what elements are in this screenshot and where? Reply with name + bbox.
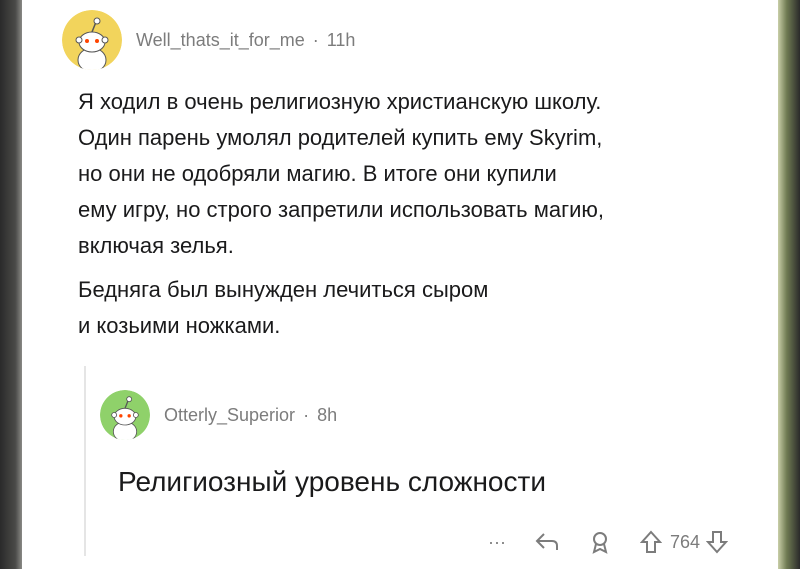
comment-line: Бедняга был вынужден лечиться сыром <box>78 277 489 302</box>
comment-line: Я ходил в очень религиозную христианскую… <box>78 89 602 114</box>
comment-thread-card: Well_thats_it_for_me · 11h Я ходил в оче… <box>22 0 778 569</box>
award-button[interactable] <box>588 530 612 554</box>
reply-header: Otterly_Superior · 8h <box>100 390 337 440</box>
snoo-avatar-icon <box>62 10 122 70</box>
vote-count: 764 <box>669 531 700 552</box>
username-link[interactable]: Well_thats_it_for_me <box>136 30 305 51</box>
thread-line[interactable] <box>84 366 86 556</box>
upvote-icon[interactable] <box>639 530 662 554</box>
comment-paragraph: Бедняга был вынужден лечиться сыром и ко… <box>78 272 768 344</box>
avatar[interactable] <box>100 390 150 440</box>
meta-separator: · <box>312 29 319 50</box>
award-icon <box>592 532 608 554</box>
background-edge-right <box>778 0 800 569</box>
comment-line: но они не одобряли магию. В итоге они ку… <box>78 161 557 186</box>
downvote-icon[interactable] <box>706 530 728 554</box>
background-edge-left <box>0 0 22 569</box>
snoo-avatar-icon <box>100 390 150 440</box>
comment-line: ему игру, но строго запретили использова… <box>78 197 605 222</box>
timestamp: 11h <box>326 29 356 50</box>
comment-meta: Well_thats_it_for_me · 11h <box>136 30 355 51</box>
reply-body: Религиозный уровень сложности <box>118 466 546 497</box>
comment-meta: Otterly_Superior · 8h <box>164 405 337 426</box>
meta-separator: · <box>303 404 310 425</box>
timestamp: 8h <box>317 404 338 425</box>
comment-line: включая зелья. <box>78 233 234 258</box>
more-options-button[interactable]: ··· <box>488 532 506 553</box>
comment-body: Я ходил в очень религиозную христианскую… <box>78 84 768 352</box>
comment-actions: ··· 764 <box>488 522 728 562</box>
username-link[interactable]: Otterly_Superior <box>164 405 295 426</box>
comment-header: Well_thats_it_for_me · 11h <box>62 10 355 70</box>
avatar[interactable] <box>62 10 122 70</box>
reply-button[interactable] <box>534 531 560 553</box>
comment-paragraph: Я ходил в очень религиозную христианскую… <box>78 84 768 264</box>
vote-controls: 764 <box>639 530 728 554</box>
reply-icon <box>535 533 558 550</box>
comment-line: Один парень умолял родителей купить ему … <box>78 125 603 150</box>
comment-line: и козьими ножками. <box>78 313 281 338</box>
